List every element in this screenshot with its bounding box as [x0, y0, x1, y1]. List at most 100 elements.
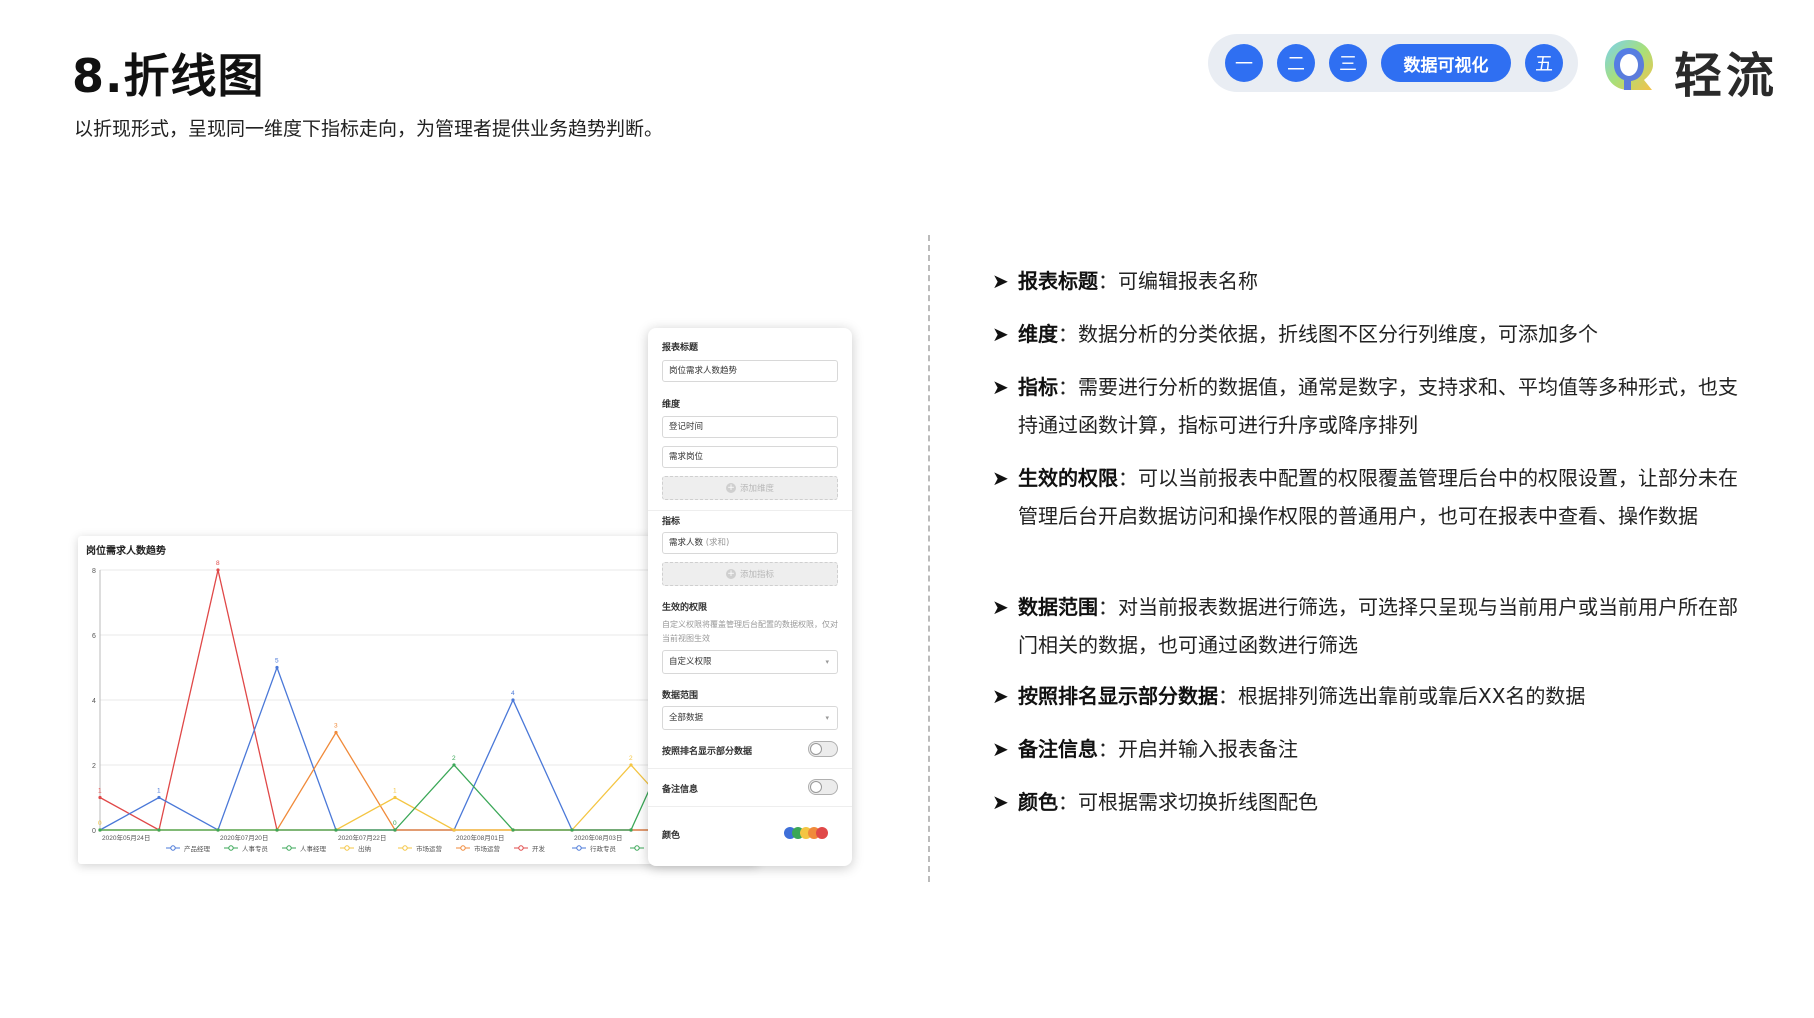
data-point: [334, 730, 338, 735]
y-tick-label: 2: [92, 763, 96, 770]
page-title: 8.折线图: [72, 49, 265, 103]
arrow-bullet-icon: ➤: [992, 375, 1009, 399]
data-point: [452, 828, 456, 832]
plus-icon: +: [725, 483, 736, 493]
chevron-down-icon: ▾: [825, 714, 829, 722]
x-tick-label: 2020年07月22日: [338, 833, 386, 842]
section-nav: 一 二 三 数据可视化 五: [1208, 34, 1578, 92]
page-subtitle: 以折现形式，呈现同一维度下指标走向，为管理者提供业务趋势判断。: [74, 118, 664, 140]
legend-label: 市场运营: [416, 844, 443, 853]
metric-label: 指标: [662, 517, 681, 527]
series-line: [100, 731, 690, 831]
data-range-value: 全部数据: [669, 713, 704, 723]
feature-item: ➤ 维度：数据分析的分类依据，折线图不区分行列维度，可添加多个: [992, 315, 1746, 353]
dimension-field-2[interactable]: 需求岗位: [662, 446, 838, 468]
data-point: [629, 828, 633, 832]
series-line: [99, 665, 690, 831]
report-title-input[interactable]: 岗位需求人数趋势: [662, 360, 838, 382]
arrow-bullet-icon: ➤: [992, 684, 1009, 708]
feature-title: 颜色: [1018, 790, 1058, 814]
data-point: [511, 698, 515, 702]
data-point: [157, 828, 161, 832]
feature-title: 按照排名显示部分数据: [1018, 684, 1218, 708]
legend-marker-dot: [344, 845, 350, 851]
nav-item-2[interactable]: 二: [1277, 44, 1315, 82]
feature-item: ➤ 数据范围：对当前报表数据进行筛选，可选择只呈现与当前用户或当前用户所在部门相…: [992, 588, 1746, 664]
feature-item: ➤ 备注信息：开启并输入报表备注: [992, 730, 1746, 768]
arrow-bullet-icon: ➤: [992, 595, 1009, 619]
arrow-bullet-icon: ➤: [992, 322, 1009, 346]
data-point: [393, 828, 397, 832]
legend-marker-dot: [460, 845, 466, 851]
legend-marker-dot: [286, 845, 292, 851]
data-point: [98, 795, 102, 800]
data-point: [216, 568, 220, 572]
metric-field[interactable]: 需求人数 (求和): [662, 532, 838, 554]
data-label: 3: [334, 723, 338, 730]
data-label: 1: [393, 788, 397, 795]
brand-logo: 轻流: [1600, 30, 1790, 104]
arrow-bullet-icon: ➤: [992, 737, 1009, 761]
legend-label: 人事经理: [300, 844, 327, 853]
feature-item: ➤ 按照排名显示部分数据：根据排列筛选出靠前或靠后XX名的数据: [992, 677, 1746, 715]
feature-title: 维度: [1018, 322, 1058, 346]
dimension-label: 维度: [662, 400, 681, 410]
note-info-toggle[interactable]: [808, 779, 838, 795]
nav-item-3[interactable]: 三: [1329, 44, 1367, 82]
dimension-field-1[interactable]: 登记时间: [662, 416, 838, 438]
metric-name: 需求人数: [669, 538, 704, 548]
report-title-label: 报表标题: [662, 343, 699, 353]
permission-select[interactable]: 自定义权限 ▾: [662, 650, 838, 674]
data-range-select[interactable]: 全部数据 ▾: [662, 706, 838, 730]
arrow-bullet-icon: ➤: [992, 466, 1009, 490]
legend-label: 人事专员: [242, 844, 269, 853]
feature-text: ：对当前报表数据进行筛选，可选择只呈现与当前用户或当前用户所在部门相关的数据，也…: [1018, 595, 1738, 657]
separator: [648, 510, 852, 511]
note-info-label: 备注信息: [662, 785, 699, 795]
data-point: [275, 828, 279, 832]
nav-item-data-visualization[interactable]: 数据可视化: [1381, 44, 1511, 82]
data-label: 4: [511, 690, 515, 697]
permission-label: 生效的权限: [662, 603, 708, 613]
plus-icon: +: [725, 569, 736, 579]
feature-text: ：数据分析的分类依据，折线图不区分行列维度，可添加多个: [1058, 322, 1598, 346]
legend-marker-dot: [402, 845, 408, 851]
data-label: 2: [629, 755, 633, 762]
y-tick-label: 4: [92, 698, 96, 705]
data-point: [511, 828, 515, 832]
data-label: 5: [275, 658, 279, 665]
feature-item: ➤ 生效的权限：可以当前报表中配置的权限覆盖管理后台中的权限设置，让部分未在管理…: [992, 459, 1746, 535]
feature-item: ➤ 指标：需要进行分析的数据值，通常是数字，支持求和、平均值等多种形式，也支持通…: [992, 368, 1746, 444]
data-point: [98, 828, 102, 832]
arrow-bullet-icon: ➤: [992, 269, 1009, 293]
add-metric-button[interactable]: + 添加指标: [662, 562, 838, 586]
legend-label: 出纳: [358, 844, 371, 853]
add-metric-label: 添加指标: [739, 570, 774, 580]
data-point: [629, 763, 633, 767]
rank-display-label: 按照排名显示部分数据: [662, 747, 753, 757]
rank-display-toggle[interactable]: [808, 741, 838, 757]
add-dimension-button[interactable]: + 添加维度: [662, 476, 838, 500]
data-label: 8: [216, 560, 220, 567]
q-logo-icon: [1605, 40, 1653, 90]
feature-item: ➤ 报表标题：可编辑报表名称: [992, 262, 1746, 300]
feature-text: ：根据排列筛选出靠前或靠后XX名的数据: [1218, 684, 1586, 708]
feature-text: ：可编辑报表名称: [1098, 269, 1258, 293]
feature-text: ：可以当前报表中配置的权限覆盖管理后台中的权限设置，让部分未在管理后台开启数据访…: [1018, 466, 1738, 528]
feature-title: 报表标题: [1018, 269, 1098, 293]
color-palette-picker[interactable]: [784, 826, 844, 840]
x-tick-label: 2020年05月24日: [102, 833, 150, 842]
add-dimension-label: 添加维度: [739, 484, 774, 494]
data-point: [157, 795, 161, 800]
legend-label: 市场运营: [474, 844, 501, 853]
data-label: 0: [393, 820, 397, 827]
data-point: [570, 828, 574, 832]
nav-item-5[interactable]: 五: [1525, 44, 1563, 82]
data-point: [216, 828, 220, 832]
nav-item-1[interactable]: 一: [1225, 44, 1263, 82]
x-tick-label: 2020年07月20日: [220, 833, 268, 842]
data-point: [452, 763, 456, 767]
feature-title: 指标: [1018, 375, 1058, 399]
legend-label: 行政专员: [590, 844, 617, 853]
section-divider: [928, 235, 930, 882]
